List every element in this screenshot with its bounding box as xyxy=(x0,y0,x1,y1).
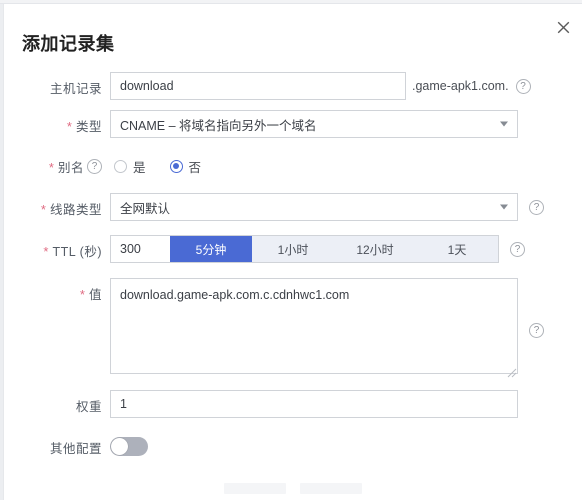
alias-radio-group: 是 否 xyxy=(110,151,221,181)
form-row-ttl: * TTL (秒) 5分钟 1小时 12小时 1天 ? xyxy=(4,235,582,278)
record-type-selected-value: CNAME – 将域名指向另外一个域名 xyxy=(120,118,317,133)
footer-button-secondary[interactable] xyxy=(300,482,362,494)
host-record-input[interactable] xyxy=(110,72,406,100)
value-label: 值 xyxy=(88,287,102,302)
ttl-preset-5min[interactable]: 5分钟 xyxy=(170,236,252,262)
other-config-toggle[interactable] xyxy=(110,437,148,456)
line-type-required-star: * xyxy=(40,201,46,217)
ttl-input[interactable] xyxy=(110,235,170,263)
ttl-preset-1hour[interactable]: 1小时 xyxy=(252,236,334,262)
alias-radio-no[interactable]: 否 xyxy=(169,157,202,176)
alias-radio-yes-label: 是 xyxy=(133,160,146,175)
alias-required-star: * xyxy=(48,159,54,175)
toggle-knob xyxy=(111,438,128,455)
footer-button-primary[interactable] xyxy=(224,482,286,494)
radio-icon-checked xyxy=(169,159,183,173)
weight-label: 权重 xyxy=(75,399,102,414)
form-row-other-config: 其他配置 xyxy=(4,432,582,470)
host-record-help-icon[interactable]: ? xyxy=(515,79,531,94)
alias-radio-yes[interactable]: 是 xyxy=(114,157,146,176)
alias-radio-no-label: 否 xyxy=(188,160,202,175)
ttl-label: TTL (秒) xyxy=(52,244,102,259)
form-row-line-type: * 线路类型 全网默认 ? xyxy=(4,193,582,235)
weight-label-cell: 权重 xyxy=(4,390,110,420)
ttl-control-group: 5分钟 1小时 12小时 1天 xyxy=(110,235,499,263)
record-set-form: 主机记录 .game-apk1.com. ? * 类型 CNAME – 将域名指… xyxy=(4,72,582,470)
record-value-textarea[interactable]: download.game-apk.com.c.cdnhwc1.com xyxy=(110,278,518,374)
add-record-set-dialog: 添加记录集 主机记录 .game-apk1.com. ? * 类型 CNAME … xyxy=(4,4,582,500)
ttl-preset-12hour[interactable]: 12小时 xyxy=(334,236,416,262)
radio-icon-unchecked xyxy=(114,159,127,173)
line-type-label-cell: * 线路类型 xyxy=(4,193,110,223)
form-row-host-record: 主机记录 .game-apk1.com. ? xyxy=(4,72,582,110)
line-type-selected-value: 全网默认 xyxy=(120,201,171,216)
line-type-label: 线路类型 xyxy=(49,202,102,217)
alias-label: 别名 xyxy=(57,160,84,175)
form-row-weight: 权重 xyxy=(4,390,582,432)
page-title: 添加记录集 xyxy=(22,34,115,54)
close-icon[interactable] xyxy=(552,16,574,38)
ttl-label-cell: * TTL (秒) xyxy=(4,235,110,265)
value-help-icon[interactable]: ? xyxy=(529,323,544,338)
alias-help-icon[interactable]: ? xyxy=(87,158,102,174)
record-type-select[interactable]: CNAME – 将域名指向另外一个域名 xyxy=(110,110,518,138)
host-record-label: 主机记录 xyxy=(49,81,102,96)
form-row-alias: * 别名 ? 是 否 xyxy=(4,151,582,193)
line-type-select[interactable]: 全网默认 xyxy=(110,193,518,221)
value-textarea-wrap: download.game-apk.com.c.cdnhwc1.com xyxy=(110,278,518,379)
other-config-label-cell: 其他配置 xyxy=(4,432,110,462)
ttl-help-icon[interactable]: ? xyxy=(510,242,525,257)
chevron-down-icon xyxy=(500,121,508,127)
form-row-value: * 值 download.game-apk.com.c.cdnhwc1.com … xyxy=(4,278,582,390)
page-shell: 添加记录集 主机记录 .game-apk1.com. ? * 类型 CNAME … xyxy=(0,0,582,500)
domain-suffix-text: .game-apk1.com. xyxy=(412,79,509,93)
type-label-cell: * 类型 xyxy=(4,110,110,140)
ttl-preset-1day[interactable]: 1天 xyxy=(416,236,498,262)
value-required-star: * xyxy=(79,286,85,302)
host-record-label-cell: 主机记录 xyxy=(4,72,110,102)
ttl-required-star: * xyxy=(43,243,49,259)
other-config-label: 其他配置 xyxy=(49,441,102,456)
type-label: 类型 xyxy=(75,119,102,134)
type-required-star: * xyxy=(66,118,72,134)
form-row-type: * 类型 CNAME – 将域名指向另外一个域名 xyxy=(4,110,582,151)
weight-input[interactable] xyxy=(110,390,518,418)
ttl-preset-group: 5分钟 1小时 12小时 1天 xyxy=(170,235,499,263)
line-type-help-icon[interactable]: ? xyxy=(529,200,544,215)
value-label-cell: * 值 xyxy=(4,278,110,308)
chevron-down-icon xyxy=(500,204,508,210)
dialog-footer xyxy=(4,480,582,496)
alias-label-cell: * 别名 ? xyxy=(4,151,110,181)
